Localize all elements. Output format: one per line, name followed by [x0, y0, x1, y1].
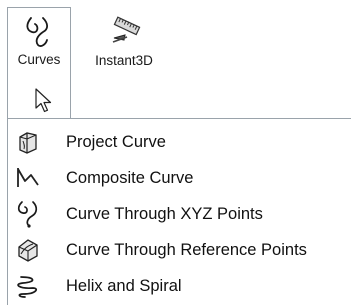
menu-item-curve-through-reference-points[interactable]: Curve Through Reference Points — [8, 232, 351, 268]
menu-item-curve-through-xyz-points[interactable]: Curve Through XYZ Points — [8, 196, 351, 232]
menu-item-label: Curve Through Reference Points — [66, 240, 307, 259]
helix-spiral-icon — [12, 270, 44, 302]
mouse-pointer-icon — [35, 88, 52, 113]
menu-item-project-curve[interactable]: Project Curve — [8, 124, 351, 160]
curves-label: Curves — [17, 52, 61, 67]
instant3d-label: Instant3D — [95, 53, 153, 68]
project-curve-icon — [12, 126, 44, 158]
composite-curve-icon — [12, 162, 44, 194]
curves-icon — [26, 17, 49, 47]
menu-item-label: Project Curve — [66, 132, 166, 151]
menu-item-composite-curve[interactable]: Composite Curve — [8, 160, 351, 196]
curves-dropdown-menu: Project Curve Composite Curve Curve Thro… — [7, 118, 351, 305]
menu-item-label: Composite Curve — [66, 168, 194, 187]
toolbar: Curves Instant3D — [0, 0, 351, 119]
menu-item-helix-and-spiral[interactable]: Helix and Spiral — [8, 268, 351, 304]
curve-reference-points-icon — [12, 234, 44, 266]
curve-xyz-points-icon — [12, 198, 44, 230]
menu-item-label: Curve Through XYZ Points — [66, 204, 263, 223]
instant3d-icon — [112, 16, 141, 43]
instant3d-button[interactable]: Instant3D — [78, 7, 170, 125]
menu-item-label: Helix and Spiral — [66, 276, 182, 295]
